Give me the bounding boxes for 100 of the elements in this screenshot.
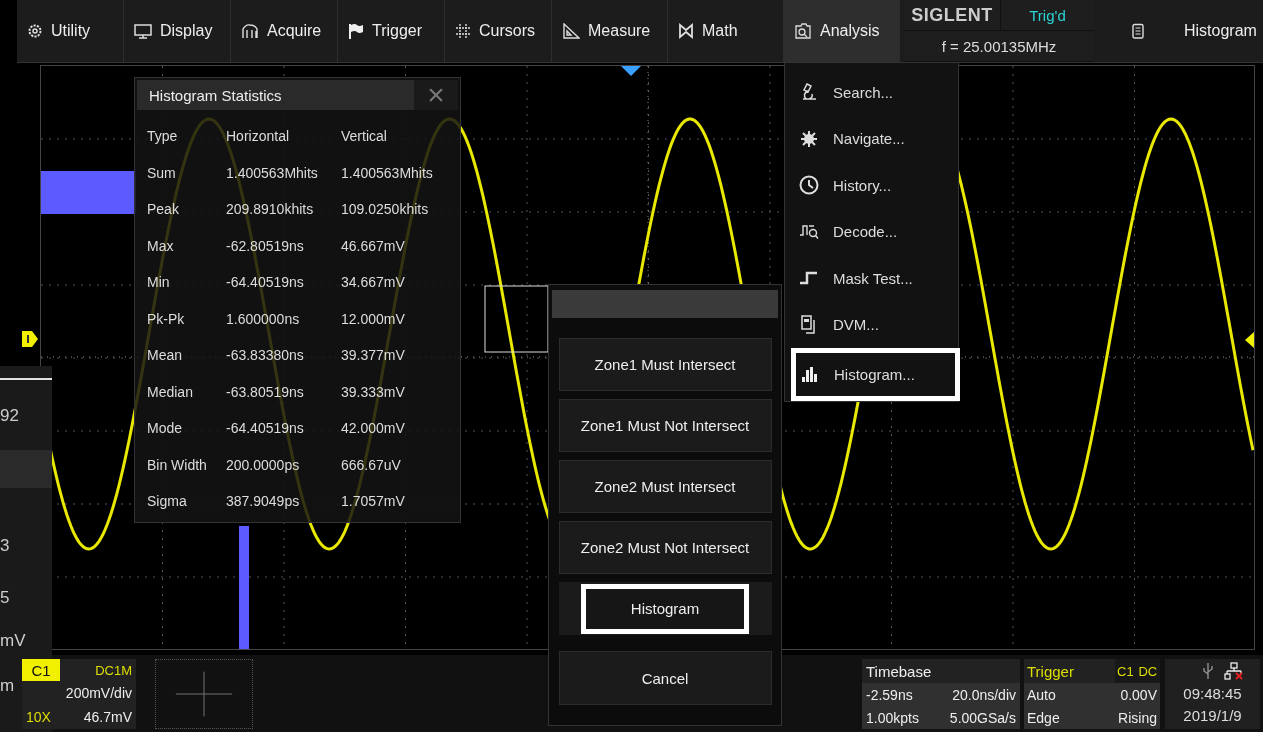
table-cell-text: 42.000mV	[341, 419, 406, 439]
probe-label: 10X	[25, 708, 52, 727]
clipboard-icon	[1132, 23, 1144, 39]
table-cell-text: -63.80519ns	[226, 382, 305, 402]
table-cell-text: 1.400563Mhits	[226, 163, 319, 183]
table-cell-text: Sum	[147, 163, 177, 183]
table-cell-text: -63.83380ns	[226, 346, 305, 366]
zone-option[interactable]: Zone1 Must Intersect	[558, 338, 772, 391]
trigger-status: Trig'd	[1001, 0, 1094, 30]
table-cell-text: 209.8910khits	[226, 200, 315, 220]
table-cell-text: Sigma	[147, 492, 188, 512]
fragment-text: 3	[0, 536, 10, 556]
menu-item[interactable]: History...	[785, 161, 958, 209]
fragment-text: 92	[0, 406, 19, 426]
fragment-text: m	[0, 676, 15, 696]
table-cell-text: 34.667mV	[341, 273, 406, 293]
step-icon	[799, 271, 819, 286]
table-cell-text: 39.377mV	[341, 346, 406, 366]
row-highlight	[0, 450, 52, 488]
trigger-position-marker	[621, 66, 641, 76]
table-cell-text: 1.7057mV	[341, 492, 406, 512]
menu-tab[interactable]: Analysis	[784, 0, 900, 62]
menu-item[interactable]: Search...	[785, 69, 958, 116]
mode-label: Histogram	[1184, 22, 1257, 40]
clock-icon	[799, 175, 819, 196]
table-cell-text: 12.000mV	[341, 309, 406, 329]
memory-depth: 1.00kpts	[865, 708, 920, 728]
table-cell-text: Mean	[147, 346, 184, 366]
close-button[interactable]: ×	[414, 80, 458, 110]
frequency-readout: f = 25.00135MHz	[904, 31, 1094, 61]
zone-option[interactable]: Zone2 Must Not Intersect	[558, 521, 772, 574]
table-cell-text: -64.40519ns	[226, 419, 305, 439]
menu-item[interactable]: Navigate...	[785, 115, 958, 162]
zone-option[interactable]: Zone1 Must Not Intersect	[558, 399, 772, 452]
microscope-icon	[800, 82, 818, 103]
monitor-icon	[134, 23, 152, 39]
table-cell-text: 109.0250khits	[341, 200, 430, 220]
zone-option[interactable]: Histogram	[558, 582, 772, 635]
trigger-slope: Rising	[1117, 708, 1158, 728]
menu-item[interactable]: DVM...	[785, 301, 958, 348]
network-disconnected-icon	[1223, 662, 1244, 680]
column-header: Type	[147, 127, 179, 147]
gear-icon	[27, 23, 43, 39]
table-cell-text: -62.80519ns	[226, 236, 305, 256]
menu-item[interactable]: Decode...	[785, 208, 958, 255]
brand-logo: SIGLENT	[904, 0, 1000, 30]
meter-icon	[800, 314, 818, 335]
column-header: Horizontal	[226, 127, 291, 147]
flag-icon	[348, 23, 364, 39]
grid-icon	[455, 23, 471, 39]
table-cell-text: 666.67uV	[341, 455, 402, 475]
cancel-button[interactable]: Cancel	[558, 651, 772, 705]
panel-title: Trigger	[1024, 659, 1116, 683]
table-cell-text: -64.40519ns	[226, 273, 305, 293]
usb-icon	[1201, 662, 1214, 680]
pulse-magnifier-icon	[799, 222, 819, 241]
delay-value: -2.59ns	[865, 685, 914, 705]
column-header: Vertical	[341, 127, 388, 147]
table-cell-text: Bin Width	[147, 455, 208, 475]
arches-icon	[241, 23, 259, 39]
table-cell-text: 1.600000ns	[226, 309, 301, 329]
magnifier-icon	[794, 23, 812, 39]
menu-item[interactable]: Mask Test...	[785, 254, 958, 302]
channel-badge[interactable]: C1	[22, 659, 60, 681]
crosshair-icon	[155, 659, 253, 729]
menu-item[interactable]: Histogram...	[791, 347, 960, 401]
trigger-level-marker	[1245, 332, 1254, 348]
sample-rate: 5.00GSa/s	[948, 708, 1017, 728]
bar-chart-icon	[801, 366, 819, 383]
table-cell-text: Mode	[147, 419, 184, 439]
bowtie-icon	[678, 23, 694, 39]
table-cell-text: 39.333mV	[341, 382, 406, 402]
trigger-source: C1	[1115, 659, 1137, 683]
trigger-type: Edge	[1026, 708, 1061, 728]
vertical-scale: 200mV/div	[65, 684, 133, 703]
table-cell-text: Peak	[147, 200, 180, 220]
time-scale: 20.0ns/div	[951, 685, 1017, 705]
panel-title: Histogram Statistics	[148, 85, 283, 106]
trigger-mode: Auto	[1026, 685, 1057, 705]
zone-rectangle	[484, 285, 549, 353]
table-cell-text: 1.400563Mhits	[341, 163, 434, 183]
channel-marker-icon	[22, 331, 38, 347]
trigger-coupling: DC	[1136, 659, 1160, 683]
table-cell-text: 387.9049ps	[226, 492, 301, 512]
table-cell-text: Median	[147, 382, 194, 402]
coupling-label: DC1M	[94, 661, 133, 680]
trigger-level: 0.00V	[1119, 685, 1158, 705]
panel-title: Timebase	[862, 659, 1020, 683]
clock-time: 09:48:45	[1183, 684, 1242, 704]
fragment-text: 5	[0, 588, 10, 608]
table-cell-text: Pk-Pk	[147, 309, 186, 329]
clock-date: 2019/1/9	[1183, 706, 1242, 726]
offset-value: 46.7mV	[82, 708, 133, 727]
table-cell-text: 200.0000ps	[226, 455, 301, 475]
fragment-text: mV	[0, 631, 26, 651]
table-cell-text: Max	[147, 236, 175, 256]
zone-option[interactable]: Zone2 Must Intersect	[558, 460, 772, 513]
table-cell-text: 46.667mV	[341, 236, 406, 256]
ship-wheel-icon	[800, 129, 818, 148]
table-cell-text: Min	[147, 273, 171, 293]
